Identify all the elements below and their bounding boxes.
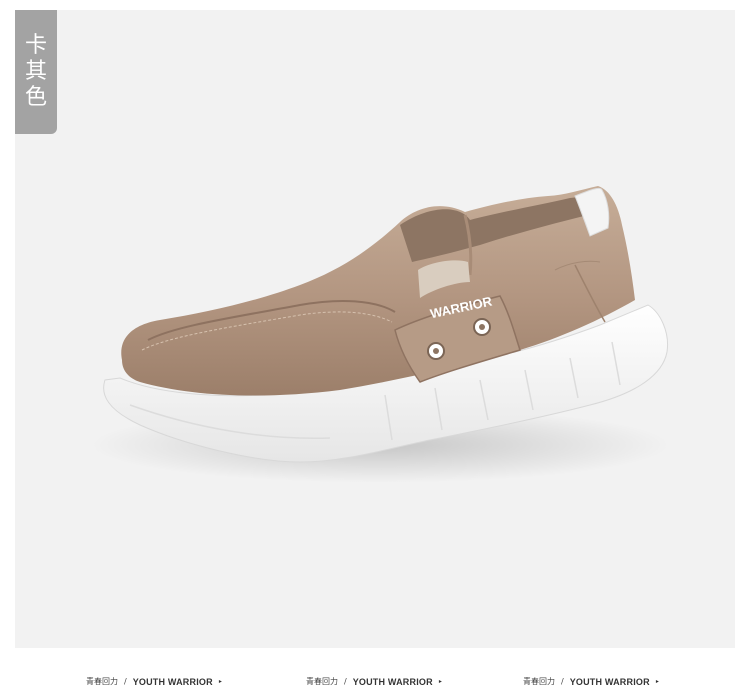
shoe-image: WARRIOR xyxy=(90,186,670,483)
color-tag-label: 卡其色 xyxy=(24,33,47,110)
color-tag: 卡其色 xyxy=(15,10,57,134)
